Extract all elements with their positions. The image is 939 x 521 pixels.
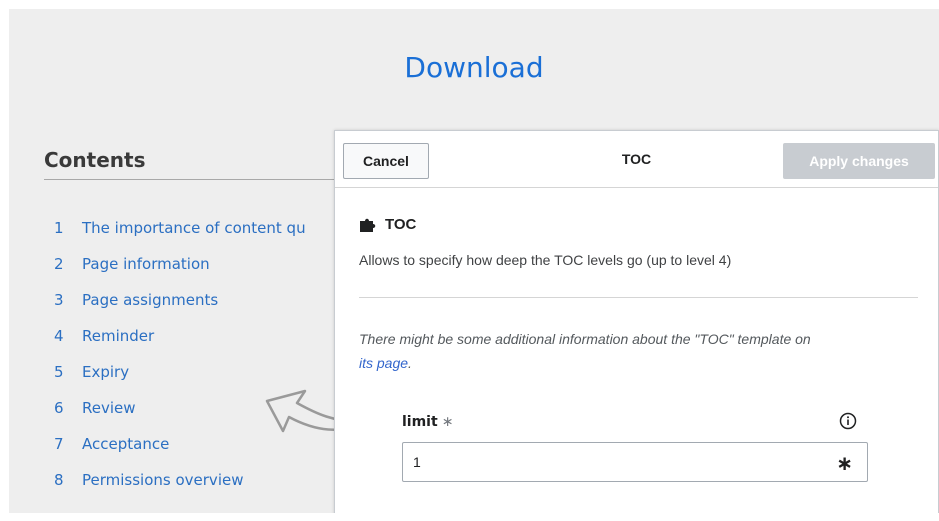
toc-link[interactable]: Permissions overview bbox=[82, 471, 243, 489]
template-heading: TOC bbox=[359, 216, 416, 233]
template-dialog: Cancel TOC Apply changes TOC Allows to s… bbox=[334, 130, 939, 513]
toc-number: 3 bbox=[54, 291, 64, 309]
puzzle-piece-icon bbox=[360, 218, 376, 232]
template-page-link[interactable]: its page bbox=[359, 355, 408, 371]
note-text: There might be some additional informati… bbox=[359, 331, 811, 347]
cancel-button[interactable]: Cancel bbox=[343, 143, 429, 179]
contents-divider bbox=[44, 179, 344, 180]
toc-link[interactable]: Expiry bbox=[82, 363, 129, 381]
toc-link[interactable]: Acceptance bbox=[82, 435, 169, 453]
toc-number: 7 bbox=[54, 435, 64, 453]
template-info-note: There might be some additional informati… bbox=[359, 327, 919, 375]
note-end: . bbox=[408, 355, 412, 371]
toc-number: 1 bbox=[54, 219, 64, 237]
contents-heading: Contents bbox=[44, 148, 146, 172]
toc-item[interactable]: 2 Page information bbox=[54, 255, 306, 291]
required-indicator-icon: ∗ bbox=[836, 451, 853, 475]
toc-link[interactable]: Page assignments bbox=[82, 291, 218, 309]
toc-number: 4 bbox=[54, 327, 64, 345]
toc-item[interactable]: 1 The importance of content qu bbox=[54, 219, 306, 255]
limit-input[interactable] bbox=[403, 443, 833, 481]
info-icon[interactable] bbox=[839, 412, 857, 430]
toc-item[interactable]: 8 Permissions overview bbox=[54, 471, 306, 507]
wiki-page: Download Contents 1 The importance of con… bbox=[9, 9, 939, 513]
toc-number: 6 bbox=[54, 399, 64, 417]
toc-link[interactable]: Page information bbox=[82, 255, 210, 273]
toc-link[interactable]: The importance of content qu bbox=[82, 219, 306, 237]
toc-link[interactable]: Review bbox=[82, 399, 136, 417]
template-name: TOC bbox=[385, 216, 417, 233]
download-link[interactable]: Download bbox=[9, 51, 939, 84]
apply-changes-button[interactable]: Apply changes bbox=[783, 143, 935, 179]
toc-number: 2 bbox=[54, 255, 64, 273]
limit-label: limit ∗ bbox=[402, 414, 453, 430]
template-description: Allows to specify how deep the TOC level… bbox=[359, 252, 732, 268]
toc-link[interactable]: Reminder bbox=[82, 327, 154, 345]
required-marker: ∗ bbox=[441, 414, 454, 430]
toc-number: 8 bbox=[54, 471, 64, 489]
toc-item[interactable]: 3 Page assignments bbox=[54, 291, 306, 327]
limit-label-text: limit bbox=[402, 414, 438, 430]
limit-field[interactable]: ∗ bbox=[402, 442, 868, 482]
dialog-header: Cancel TOC Apply changes bbox=[335, 131, 938, 188]
toc-number: 5 bbox=[54, 363, 64, 381]
dialog-divider bbox=[359, 297, 918, 298]
toc-item[interactable]: 4 Reminder bbox=[54, 327, 306, 363]
